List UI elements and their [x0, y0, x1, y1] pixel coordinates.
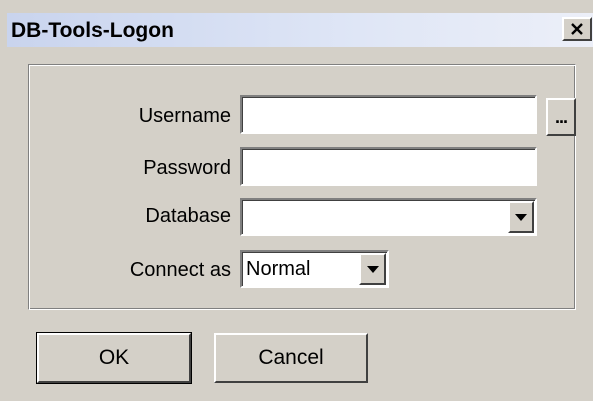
logon-dialog: DB-Tools-Logon Username ... Password Dat…: [0, 0, 593, 401]
close-icon: [571, 23, 583, 35]
window-title: DB-Tools-Logon: [11, 19, 174, 42]
browse-username-button[interactable]: ...: [546, 98, 576, 136]
ok-button[interactable]: OK: [36, 332, 192, 384]
chevron-down-icon: [366, 265, 379, 273]
cancel-button[interactable]: Cancel: [214, 333, 368, 383]
chevron-down-icon: [515, 213, 527, 221]
title-bar: DB-Tools-Logon: [7, 13, 593, 47]
username-input[interactable]: [240, 95, 537, 134]
database-label: Database: [145, 205, 231, 227]
username-label: Username: [138, 105, 231, 127]
connect-as-label: Connect as: [129, 259, 231, 281]
password-label: Password: [143, 157, 231, 179]
password-input[interactable]: [240, 147, 537, 186]
close-button[interactable]: [562, 17, 592, 41]
database-select[interactable]: [240, 198, 537, 236]
connect-as-dropdown-button[interactable]: [359, 253, 386, 285]
database-dropdown-button[interactable]: [508, 201, 534, 233]
